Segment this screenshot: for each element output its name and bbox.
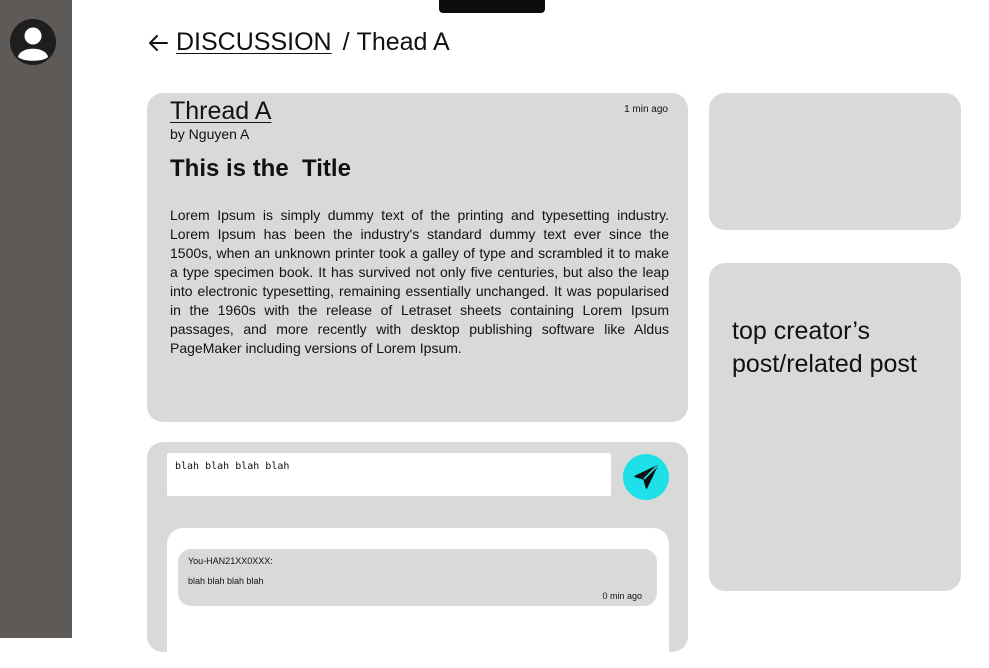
- breadcrumb-separator: /: [342, 28, 350, 56]
- comment-item: You-HAN21XX0XXX: blah blah blah blah 0 m…: [178, 549, 657, 606]
- comment-text: blah blah blah blah: [188, 576, 264, 586]
- comment-time: 0 min ago: [602, 591, 642, 601]
- related-posts-panel: top creator’s post/related post: [709, 263, 961, 591]
- breadcrumb-discussion-link[interactable]: DISCUSSION: [176, 28, 332, 57]
- post-card: Thread A by Nguyen A 1 min ago This is t…: [147, 93, 688, 422]
- breadcrumb: DISCUSSION / Thead A: [147, 28, 450, 57]
- thread-title-link[interactable]: Thread A: [170, 97, 271, 126]
- send-button[interactable]: [623, 454, 669, 500]
- send-icon: [634, 465, 658, 489]
- top-tab[interactable]: [439, 0, 545, 13]
- back-arrow-icon[interactable]: [147, 32, 169, 54]
- comments-list: You-HAN21XX0XXX: blah blah blah blah 0 m…: [167, 528, 669, 668]
- post-body: Lorem Ipsum is simply dummy text of the …: [170, 207, 669, 356]
- avatar[interactable]: [10, 19, 56, 65]
- left-sidebar: [0, 0, 72, 638]
- related-posts-text: top creator’s post/related post: [732, 317, 917, 378]
- breadcrumb-current: Thead A: [356, 28, 450, 56]
- post-author: by Nguyen A: [170, 126, 250, 142]
- post-title: This is the Title: [170, 155, 351, 182]
- user-avatar-icon: [10, 19, 56, 65]
- side-panel-top: [709, 93, 961, 230]
- post-timestamp: 1 min ago: [624, 104, 668, 115]
- comment-section: blah blah blah blah You-HAN21XX0XXX: bla…: [147, 442, 688, 668]
- comment-input[interactable]: blah blah blah blah: [167, 453, 611, 496]
- comment-user: You-HAN21XX0XXX:: [188, 556, 273, 566]
